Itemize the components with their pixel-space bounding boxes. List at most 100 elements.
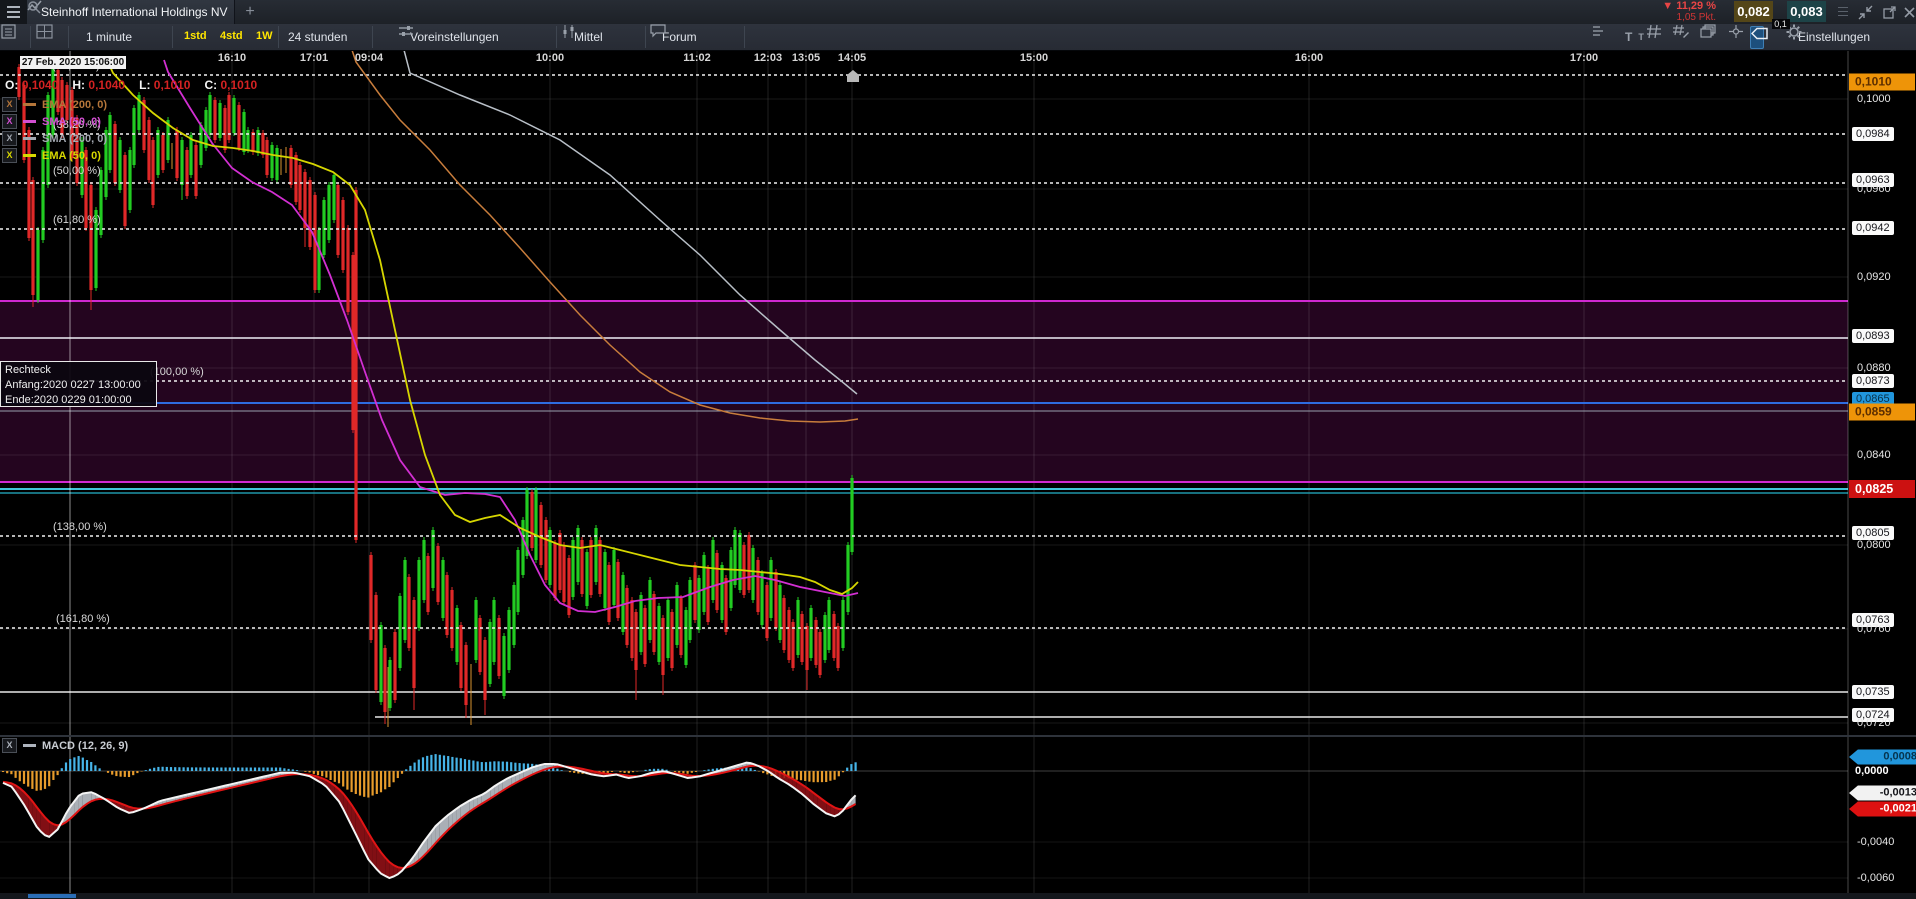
price-axis-label: 0,1010: [1849, 73, 1915, 91]
indicator-color-dash: [23, 120, 36, 123]
macd-remove-button[interactable]: X: [2, 738, 17, 753]
macd-axis-label: -0,0021: [1849, 801, 1916, 817]
timeframe-1w[interactable]: 1W: [256, 30, 273, 42]
ohlc-readout: O: 0,1040 H: 0,1040 L: 0,1010 C: 0,1010: [5, 78, 258, 92]
instrument-title: Steinhoff International Holdings NV: [41, 5, 228, 19]
scrollbar-thumb[interactable]: [28, 894, 76, 898]
forum-button[interactable]: Forum: [650, 24, 703, 50]
objects-list-icon[interactable]: [1591, 24, 1603, 50]
time-axis-label: 14:05: [837, 52, 867, 64]
layers-icon[interactable]: [1700, 24, 1716, 50]
presets-button[interactable]: Voreinstellungen: [398, 24, 505, 50]
price-axis-label: 0,0805: [1852, 526, 1894, 540]
close-icon[interactable]: [1902, 5, 1916, 20]
time-axis-label: 12:03: [753, 52, 783, 64]
bid-price[interactable]: 0,082: [1734, 1, 1773, 22]
price-change: ▼ 11,29 % 1,05 Pkt.: [1652, 0, 1716, 24]
fibonacci-label: (161,80 %): [56, 613, 110, 625]
indicator-label: SMA (50, 0): [42, 115, 101, 128]
indicator-label: EMA (50, 0): [42, 149, 101, 162]
fibonacci-label: (61,80 %): [53, 214, 101, 226]
price-axis-label: 0,0735: [1852, 685, 1894, 699]
price-axis-label: 0,0825: [1849, 480, 1915, 498]
drag-handle[interactable]: [1838, 4, 1848, 20]
indicator-row[interactable]: X EMA (200, 0): [2, 97, 107, 112]
ask-price[interactable]: 0,083: [1787, 1, 1826, 22]
collapse-icon[interactable]: [1858, 5, 1873, 20]
indicator-color-dash: [23, 103, 36, 106]
timeframe-4std[interactable]: 4std: [220, 30, 243, 42]
price-axis-label: 0,0893: [1852, 329, 1894, 343]
horizontal-scrollbar[interactable]: [0, 893, 1916, 899]
price-axis-label: 0,0873: [1852, 374, 1894, 388]
menu-icon[interactable]: [0, 0, 27, 24]
price-axis-label: 0,1000: [1857, 93, 1891, 105]
fibonacci-label: (138,00 %): [53, 521, 107, 533]
forum-label: Forum: [662, 30, 697, 44]
indicator-row[interactable]: X SMA (50, 0): [2, 114, 101, 129]
indicator-label: SMA (200, 0): [42, 132, 108, 145]
add-tab-button[interactable]: +: [240, 2, 260, 22]
macd-axis-label: 0,0000: [1855, 765, 1889, 777]
grid-tool-icon[interactable]: [1646, 24, 1661, 50]
rechteck-tooltip: Rechteck Anfang:2020 0227 13:00:00 Ende:…: [0, 361, 157, 407]
price-axis-label: 0,0960: [1857, 183, 1891, 195]
price-axis-label: 0,0859: [1849, 403, 1915, 421]
macd-legend: X MACD (12, 26, 9): [2, 738, 128, 753]
settings-label: Einstellungen: [1798, 30, 1871, 44]
change-percent: ▼ 11,29 %: [1662, 0, 1716, 12]
open-value: 0,1040: [21, 78, 59, 92]
time-axis-label: 13:05: [791, 52, 821, 64]
timeframe-current[interactable]: 1 minute: [80, 24, 138, 50]
indicator-remove-button[interactable]: X: [2, 97, 17, 112]
layout-grid-icon[interactable]: [36, 24, 53, 50]
high-value: 0,1040: [88, 78, 126, 92]
macd-axis-label: -0,0060: [1857, 872, 1895, 884]
chart-canvas[interactable]: [0, 0, 1916, 899]
indicator-remove-button[interactable]: X: [2, 114, 17, 129]
title-bar: Steinhoff International Holdings NV + ▼ …: [0, 0, 1916, 29]
macd-axis-label: -0,0040: [1857, 836, 1895, 848]
price-axis-label: 0,0760: [1857, 623, 1891, 635]
macd-axis-label: -0,0013: [1849, 785, 1916, 801]
indicator-color-dash: [23, 154, 36, 157]
fibonacci-label: (50,00 %): [53, 165, 101, 177]
time-axis-label: 09:04: [354, 52, 384, 64]
pointer-tool-button[interactable]: [1750, 26, 1768, 49]
crosshair-icon[interactable]: [1728, 24, 1743, 50]
indicator-row[interactable]: X EMA (50, 0): [2, 148, 101, 163]
time-axis-label: 16:00: [1294, 52, 1324, 64]
macd-label: MACD (12, 26, 9): [42, 739, 129, 752]
draw-tool-icon[interactable]: [1673, 24, 1689, 50]
time-axis-label: 16:10: [217, 52, 247, 64]
price-axis-label: 0,0840: [1857, 449, 1891, 461]
mittel-label: Mittel: [574, 30, 603, 44]
time-axis-label: 11:02: [683, 52, 711, 64]
timeframe-1std[interactable]: 1std: [184, 30, 207, 42]
timeframe-24h[interactable]: 24 stunden: [282, 24, 353, 50]
indicator-row[interactable]: X SMA (200, 0): [2, 131, 107, 146]
popout-icon[interactable]: [1882, 5, 1897, 20]
time-axis-label: 15:00: [1019, 52, 1049, 64]
price-axis-label: 0,0942: [1852, 221, 1894, 235]
price-axis-label: 0,0720: [1857, 717, 1891, 729]
chart-toolbar: 1 minute 1std 4std 1W 24 stunden Voreins…: [0, 24, 1916, 51]
trading-app: Steinhoff International Holdings NV + ▼ …: [0, 0, 1916, 899]
indicator-remove-button[interactable]: X: [2, 131, 17, 146]
spread-value: 0,1: [1771, 19, 1790, 29]
crosshair-date-tooltip: 27 Feb. 2020 15:06:00: [20, 56, 126, 69]
watchlist-icon[interactable]: [1, 24, 16, 50]
time-axis-label: 10:00: [535, 52, 565, 64]
change-points: 1,05 Pkt.: [1676, 12, 1716, 23]
mittel-button[interactable]: Mittel: [562, 24, 609, 50]
indicator-remove-button[interactable]: X: [2, 148, 17, 163]
price-axis-label: 0,0880: [1857, 362, 1891, 374]
time-axis-label: 17:00: [1569, 52, 1599, 64]
price-axis-label: 0,0920: [1857, 271, 1891, 283]
macd-axis-label: 0,0008: [1849, 749, 1916, 765]
indicator-label: EMA (200, 0): [42, 98, 108, 111]
settings-button[interactable]: Einstellungen: [1786, 24, 1876, 50]
close-value: 0,1010: [220, 78, 258, 92]
instrument-tab[interactable]: Steinhoff International Holdings NV: [27, 0, 235, 24]
price-axis-label: 0,0800: [1857, 539, 1891, 551]
